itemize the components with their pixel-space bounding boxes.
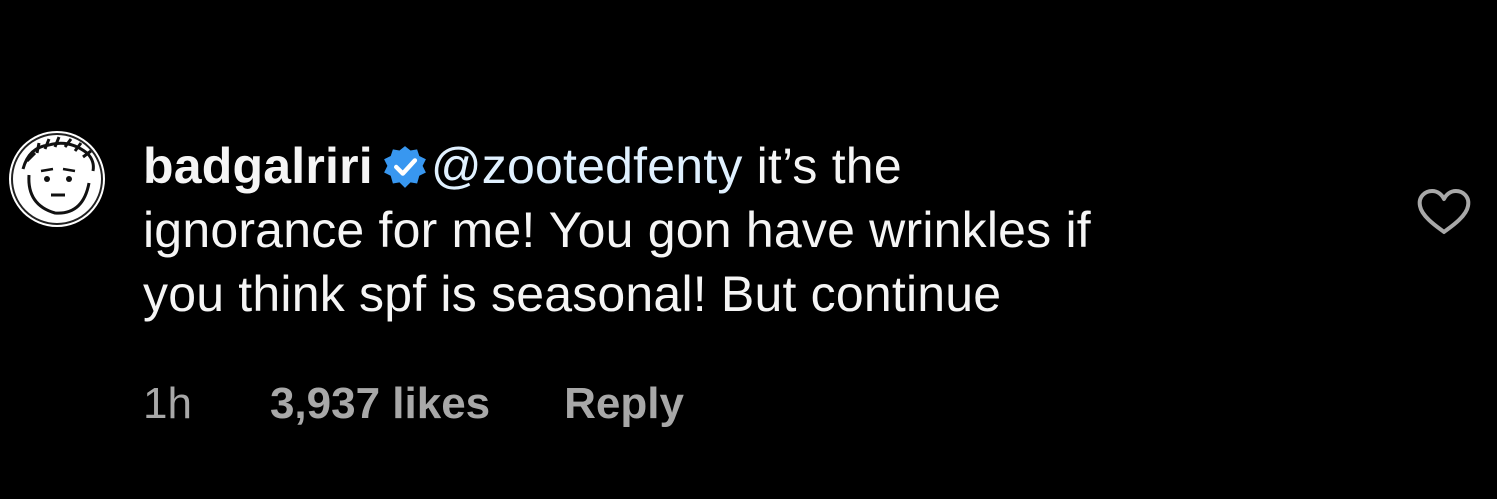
comment: badgalriri @zootedfenty it’s the ignoran… [0, 0, 1497, 499]
reply-button[interactable]: Reply [564, 379, 684, 429]
comment-body: badgalriri @zootedfenty it’s the ignoran… [143, 134, 1363, 326]
verified-badge-icon [383, 145, 427, 189]
comment-username[interactable]: badgalriri [143, 138, 373, 194]
heart-outline-icon [1417, 189, 1471, 234]
mention-link[interactable]: @zootedfenty [431, 138, 743, 194]
comment-text-line2: ignorance for me! You gon have wrinkles … [143, 202, 1091, 258]
avatar-doodle-icon [10, 132, 104, 226]
like-button[interactable] [1416, 188, 1472, 236]
likes-count[interactable]: 3,937 likes [270, 379, 490, 429]
comment-text-line3: you think spf is seasonal! But continue [143, 266, 1002, 322]
user-avatar[interactable] [9, 131, 105, 227]
comment-meta: 1h 3,937 likes Reply [143, 376, 684, 432]
comment-timestamp: 1h [143, 379, 192, 428]
comment-text-line1: it’s the [742, 138, 902, 194]
